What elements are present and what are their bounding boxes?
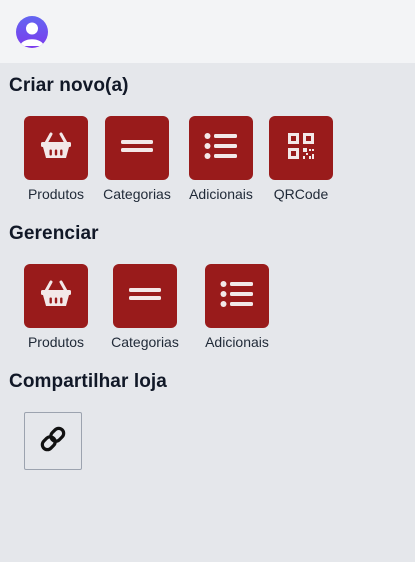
manage-additionals-label: Adicionais: [205, 334, 269, 350]
create-qrcode-button[interactable]: QRCode: [259, 116, 343, 208]
tile-box: [113, 264, 177, 328]
share-section-title: Compartilhar loja: [9, 371, 167, 392]
tile-box: [205, 264, 269, 328]
create-categories-label: Categorias: [103, 186, 171, 202]
user-avatar-icon[interactable]: [16, 16, 48, 48]
create-products-label: Produtos: [27, 186, 85, 202]
top-bar: [0, 0, 415, 64]
equals-icon: [128, 286, 162, 307]
manage-additionals-button[interactable]: Adicionais: [195, 264, 279, 356]
link-icon: [37, 423, 69, 460]
tile-box: [24, 116, 88, 180]
manage-categories-label: Categorias: [111, 334, 179, 350]
manage-products-button[interactable]: Produtos: [14, 264, 98, 356]
create-products-button[interactable]: Produtos: [14, 116, 98, 208]
manage-products-label: Produtos: [27, 334, 85, 350]
list-icon: [204, 132, 238, 165]
basket-icon: [39, 279, 73, 314]
qrcode-icon: [287, 132, 315, 165]
create-categories-button[interactable]: Categorias: [95, 116, 179, 208]
tile-box: [24, 264, 88, 328]
share-store-link-button[interactable]: [24, 412, 82, 470]
tile-box: [105, 116, 169, 180]
manage-categories-button[interactable]: Categorias: [103, 264, 187, 356]
create-qrcode-label: QRCode: [273, 186, 329, 202]
basket-icon: [39, 131, 73, 166]
tile-box: [189, 116, 253, 180]
equals-icon: [120, 138, 154, 159]
tile-box: [269, 116, 333, 180]
manage-section-title: Gerenciar: [9, 223, 99, 244]
create-additionals-label: Adicionais: [189, 186, 253, 202]
create-additionals-button[interactable]: Adicionais: [179, 116, 263, 208]
create-section-title: Criar novo(a): [9, 75, 129, 96]
list-icon: [220, 280, 254, 313]
